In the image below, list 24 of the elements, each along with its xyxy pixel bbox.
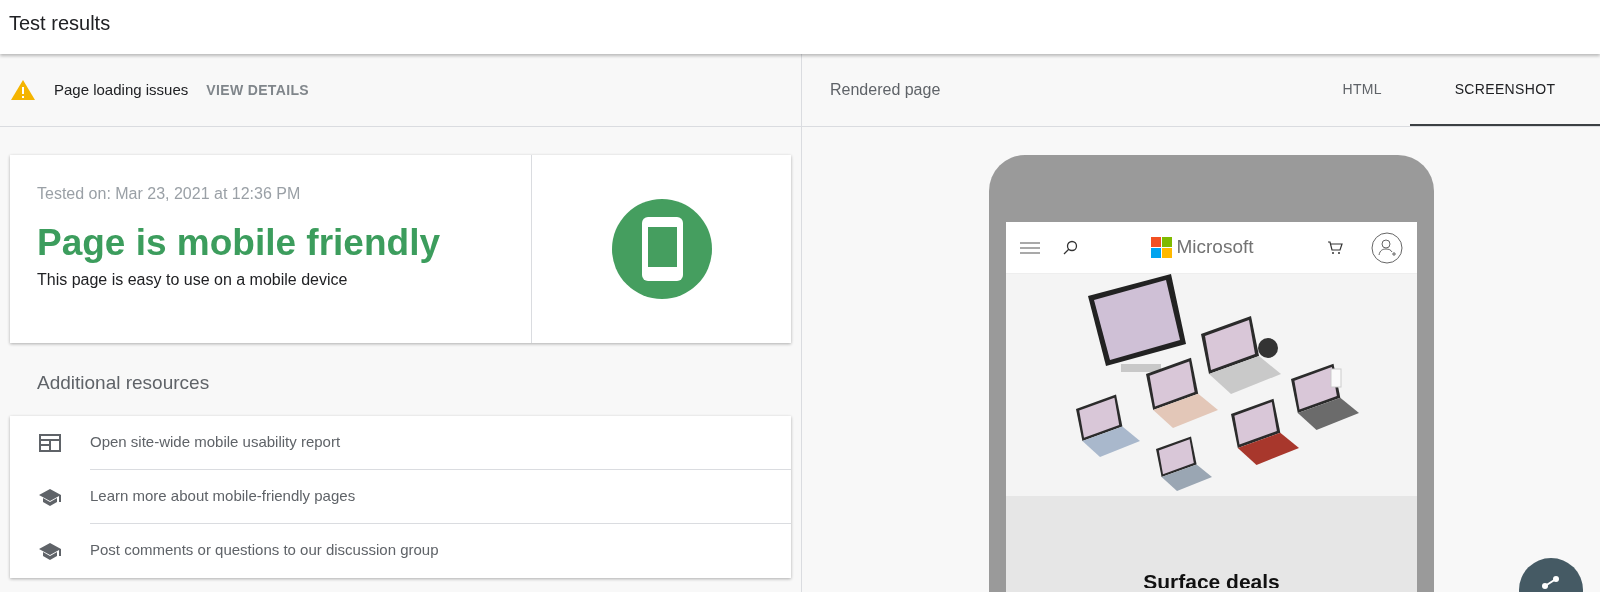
graduation-cap-icon xyxy=(38,487,62,506)
mobile-phone-icon xyxy=(611,199,712,299)
rendered-page-label: Rendered page xyxy=(830,80,942,100)
logo-icon xyxy=(1151,236,1174,259)
graduation-cap-icon xyxy=(38,541,62,560)
cart-icon[interactable] xyxy=(1327,240,1343,255)
share-icon xyxy=(1542,576,1560,590)
tested-on-text: Tested on: Mar 23, 2021 at 12:36 PM xyxy=(37,184,302,204)
report-icon xyxy=(39,433,61,452)
resource-link[interactable]: Post comments or questions to our discussion group xyxy=(90,523,791,578)
tab[interactable]: SCREENSHOT xyxy=(1410,54,1600,126)
tab[interactable]: HTML xyxy=(1314,54,1410,126)
resources-heading: Additional resources xyxy=(37,371,211,395)
resource-link[interactable]: Open site-wide mobile usability report xyxy=(90,415,791,470)
warning-icon xyxy=(10,79,36,101)
view-details-button[interactable]: VIEW DETAILS xyxy=(206,79,309,101)
issues-label: Page loading issues xyxy=(54,79,189,100)
account-icon[interactable] xyxy=(1371,231,1403,264)
resource-link[interactable]: Learn more about mobile-friendly pages xyxy=(90,469,791,524)
verdict-description: This page is easy to use on a mobile device xyxy=(37,270,349,291)
brand-name: Microsoft xyxy=(1176,235,1254,260)
verdict-heading: Page is mobile friendly xyxy=(37,221,441,265)
search-icon[interactable] xyxy=(1062,239,1078,256)
page-title: Test results xyxy=(9,12,111,34)
